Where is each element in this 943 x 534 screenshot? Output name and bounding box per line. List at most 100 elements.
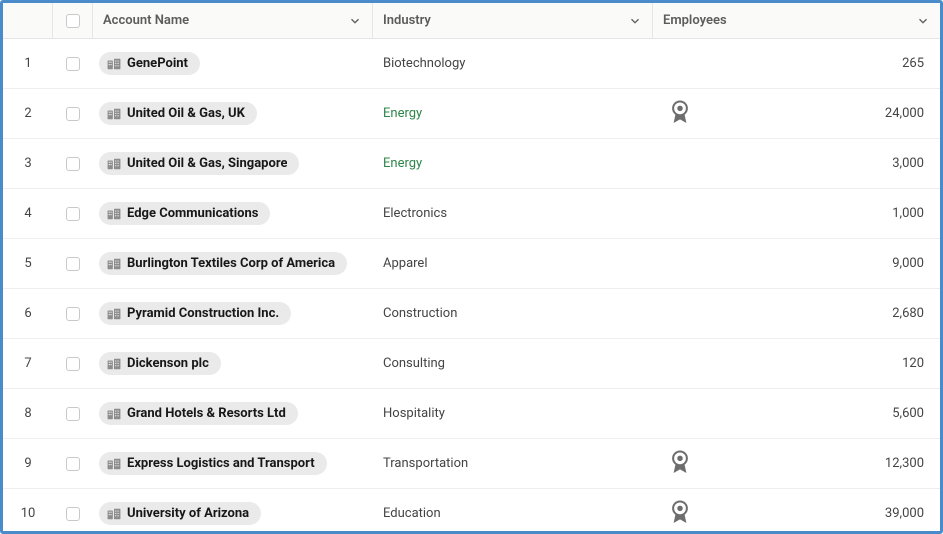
table-row[interactable]: 10University of ArizonaEducation39,000 xyxy=(3,489,940,531)
account-name-text: GenePoint xyxy=(127,56,188,71)
account-pill[interactable]: United Oil & Gas, UK xyxy=(99,102,257,125)
industry-cell: Biotechnology xyxy=(373,39,653,88)
row-select-cell xyxy=(53,39,93,88)
row-select-checkbox[interactable] xyxy=(66,107,80,121)
account-pill[interactable]: University of Arizona xyxy=(99,502,261,525)
employees-value: 24,000 xyxy=(653,106,924,121)
column-header-account-name[interactable]: Account Name xyxy=(93,3,373,38)
account-pill[interactable]: GenePoint xyxy=(99,52,200,75)
employees-value: 12,300 xyxy=(653,456,924,471)
account-pill[interactable]: Express Logistics and Transport xyxy=(99,452,327,475)
account-name-text: Dickenson plc xyxy=(127,356,209,371)
column-header-industry[interactable]: Industry xyxy=(373,3,653,38)
employees-cell: 3,000 xyxy=(653,139,940,188)
industry-cell: Energy xyxy=(373,139,653,188)
table-row[interactable]: 8Grand Hotels & Resorts LtdHospitality5,… xyxy=(3,389,940,439)
table-row[interactable]: 1 GenePoint Biotechnology265 xyxy=(3,39,940,89)
employees-value: 265 xyxy=(653,56,924,71)
industry-cell: Electronics xyxy=(373,189,653,238)
account-name-text: Burlington Textiles Corp of America xyxy=(127,256,335,271)
table-row[interactable]: 4 Edge Communications Electronics1,000 xyxy=(3,189,940,239)
table-row[interactable]: 7Dickenson plcConsulting120 xyxy=(3,339,940,389)
account-pill[interactable]: Edge Communications xyxy=(99,202,270,225)
account-name-cell: United Oil & Gas, Singapore xyxy=(93,139,373,188)
row-select-cell xyxy=(53,189,93,238)
employees-cell: 9,000 xyxy=(653,239,940,288)
row-select-checkbox[interactable] xyxy=(66,257,80,271)
award-icon xyxy=(669,499,691,529)
row-select-checkbox[interactable] xyxy=(66,457,80,471)
accounts-table: Account Name Industry Employees 1 GenePoi… xyxy=(0,0,943,534)
row-number: 4 xyxy=(3,189,53,238)
account-icon xyxy=(107,208,121,220)
account-pill[interactable]: Grand Hotels & Resorts Ltd xyxy=(99,402,298,425)
account-icon xyxy=(107,458,121,470)
account-name-cell: Dickenson plc xyxy=(93,339,373,388)
table-row[interactable]: 2United Oil & Gas, UKEnergy24,000 xyxy=(3,89,940,139)
table-body: 1 GenePoint Biotechnology265 2United Oil & … xyxy=(3,39,940,531)
account-name-cell: Express Logistics and Transport xyxy=(93,439,373,488)
industry-cell: Transportation xyxy=(373,439,653,488)
award-icon xyxy=(669,449,691,479)
table-row[interactable]: 6Pyramid Construction Inc.Construction2,… xyxy=(3,289,940,339)
account-name-cell: GenePoint xyxy=(93,39,373,88)
account-icon xyxy=(107,258,121,270)
account-pill[interactable]: Burlington Textiles Corp of America xyxy=(99,252,347,275)
account-name-cell: Burlington Textiles Corp of America xyxy=(93,239,373,288)
row-select-cell xyxy=(53,289,93,338)
employees-cell: 5,600 xyxy=(653,389,940,438)
select-all-checkbox[interactable] xyxy=(66,14,80,28)
table-row[interactable]: 5Burlington Textiles Corp of AmericaAppa… xyxy=(3,239,940,289)
account-icon xyxy=(107,108,121,120)
row-select-checkbox[interactable] xyxy=(66,407,80,421)
employees-value: 9,000 xyxy=(653,256,924,271)
account-name-text: United Oil & Gas, Singapore xyxy=(127,156,287,171)
column-header-select-all[interactable] xyxy=(53,3,93,38)
account-name-cell: United Oil & Gas, UK xyxy=(93,89,373,138)
table-header: Account Name Industry Employees xyxy=(3,3,940,39)
row-number: 10 xyxy=(3,489,53,531)
row-select-checkbox[interactable] xyxy=(66,207,80,221)
account-icon xyxy=(107,158,121,170)
row-select-checkbox[interactable] xyxy=(66,507,80,521)
account-name-text: University of Arizona xyxy=(127,506,249,521)
row-select-cell xyxy=(53,439,93,488)
column-header-employees[interactable]: Employees xyxy=(653,3,940,38)
chevron-down-icon[interactable] xyxy=(906,14,940,28)
employees-value: 1,000 xyxy=(653,206,924,221)
table-row[interactable]: 9 Express Logistics and Transport Transpor… xyxy=(3,439,940,489)
account-name-cell: Edge Communications xyxy=(93,189,373,238)
column-label: Account Name xyxy=(93,13,338,28)
row-number: 3 xyxy=(3,139,53,188)
chevron-down-icon[interactable] xyxy=(618,14,652,28)
column-header-row-number xyxy=(3,3,53,38)
row-number: 9 xyxy=(3,439,53,488)
employees-cell: 120 xyxy=(653,339,940,388)
employees-cell: 39,000 xyxy=(653,489,940,531)
account-icon xyxy=(107,358,121,370)
account-icon xyxy=(107,58,121,70)
account-name-cell: Grand Hotels & Resorts Ltd xyxy=(93,389,373,438)
industry-cell: Hospitality xyxy=(373,389,653,438)
row-number: 6 xyxy=(3,289,53,338)
row-number: 1 xyxy=(3,39,53,88)
row-select-checkbox[interactable] xyxy=(66,157,80,171)
row-select-cell xyxy=(53,389,93,438)
industry-cell: Construction xyxy=(373,289,653,338)
chevron-down-icon[interactable] xyxy=(338,14,372,28)
account-pill[interactable]: United Oil & Gas, Singapore xyxy=(99,152,299,175)
row-select-checkbox[interactable] xyxy=(66,57,80,71)
row-select-checkbox[interactable] xyxy=(66,307,80,321)
account-pill[interactable]: Pyramid Construction Inc. xyxy=(99,302,291,325)
account-pill[interactable]: Dickenson plc xyxy=(99,352,221,375)
column-label: Industry xyxy=(373,13,618,28)
row-select-checkbox[interactable] xyxy=(66,357,80,371)
row-select-cell xyxy=(53,89,93,138)
row-select-cell xyxy=(53,489,93,531)
account-name-text: Grand Hotels & Resorts Ltd xyxy=(127,406,286,421)
account-name-text: Pyramid Construction Inc. xyxy=(127,306,279,321)
account-name-text: United Oil & Gas, UK xyxy=(127,106,245,121)
employees-cell: 12,300 xyxy=(653,439,940,488)
table-row[interactable]: 3 United Oil & Gas, Singapore Energy3,000 xyxy=(3,139,940,189)
account-icon xyxy=(107,408,121,420)
